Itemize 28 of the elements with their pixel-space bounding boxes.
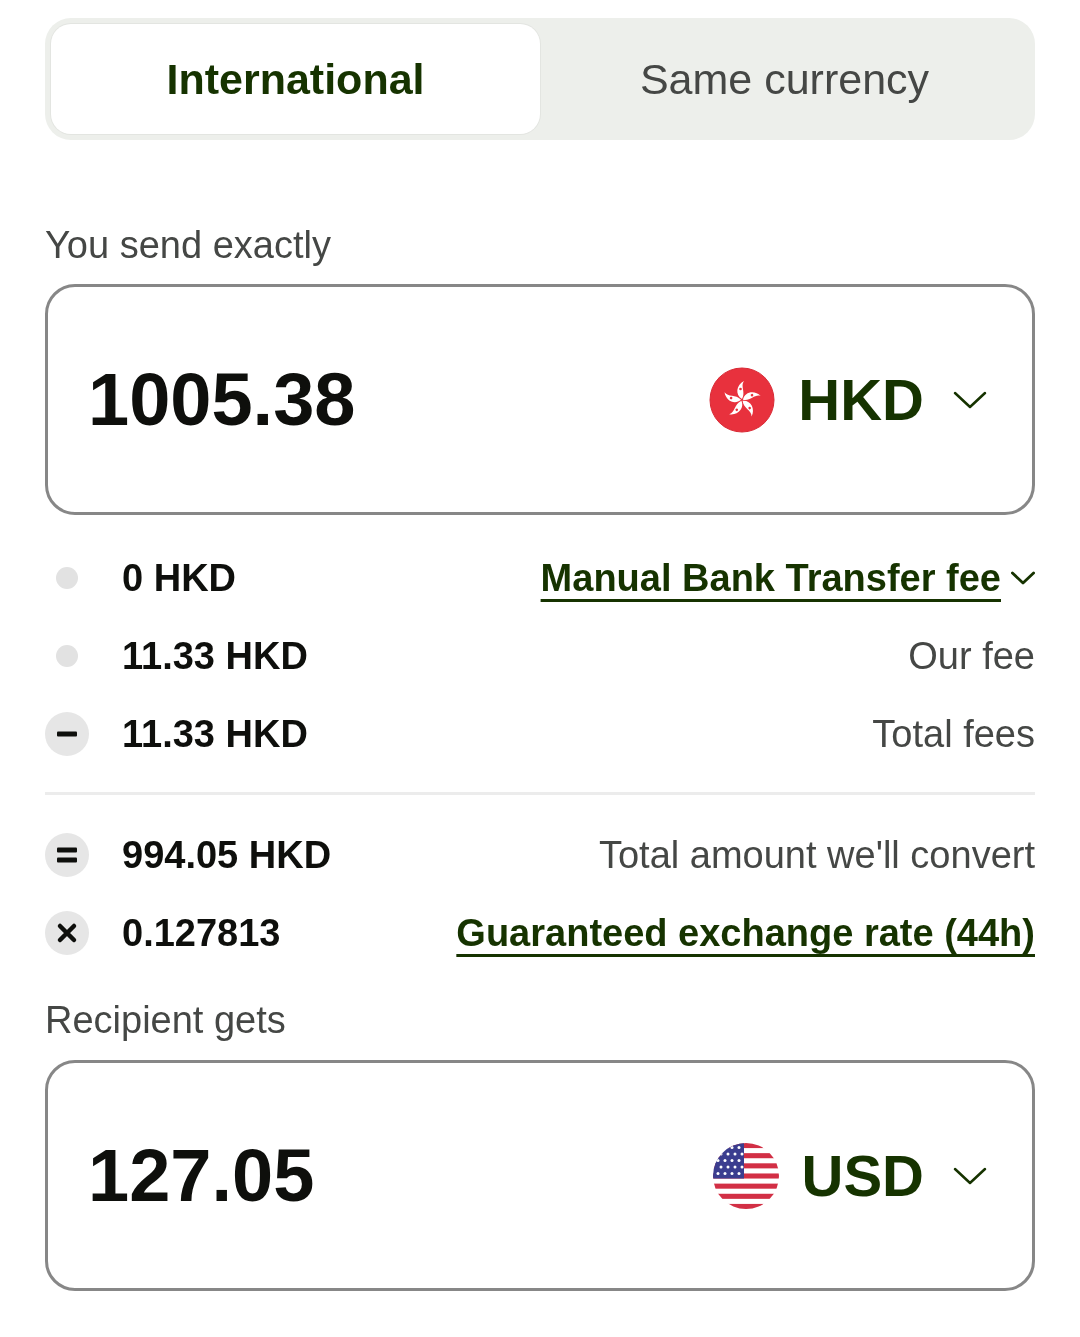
currency-selector[interactable]: HKD — [709, 364, 987, 435]
row-amount: 11.33 HKD — [122, 634, 308, 679]
amount-input[interactable]: 127.05 — [88, 1130, 713, 1221]
united-states-flag-icon — [712, 1142, 779, 1209]
chevron-down-icon — [1011, 571, 1035, 585]
row-label: Total fees — [872, 712, 1035, 757]
chevron-down-icon — [953, 1166, 987, 1185]
amount-label: You send exactly — [45, 223, 332, 268]
tab[interactable]: International — [51, 24, 540, 134]
currency-selector[interactable]: USD — [712, 1140, 987, 1211]
minus-icon — [45, 712, 89, 756]
chevron-down-icon — [953, 390, 987, 409]
row-amount: 994.05 HKD — [122, 833, 332, 878]
row-amount: 11.33 HKD — [122, 712, 308, 757]
fee-type-dropdown[interactable]: Manual Bank Transfer fee — [540, 555, 1035, 601]
row-label: Our fee — [908, 634, 1035, 679]
hong-kong-flag-icon — [709, 366, 776, 433]
dot-icon — [56, 645, 78, 667]
row-amount: 0.127813 — [122, 911, 281, 956]
amount-input[interactable]: 1005.38 — [88, 354, 710, 445]
amount-label: Recipient gets — [45, 998, 287, 1043]
equals-icon — [45, 833, 89, 877]
tab[interactable]: Same currency — [540, 24, 1029, 134]
exchange-rate-link[interactable]: Guaranteed exchange rate (44h) — [456, 910, 1035, 956]
dot-icon — [56, 567, 78, 589]
row-label: Total amount we'll convert — [598, 833, 1035, 878]
multiply-icon — [45, 911, 89, 955]
row-amount: 0 HKD — [122, 556, 237, 601]
